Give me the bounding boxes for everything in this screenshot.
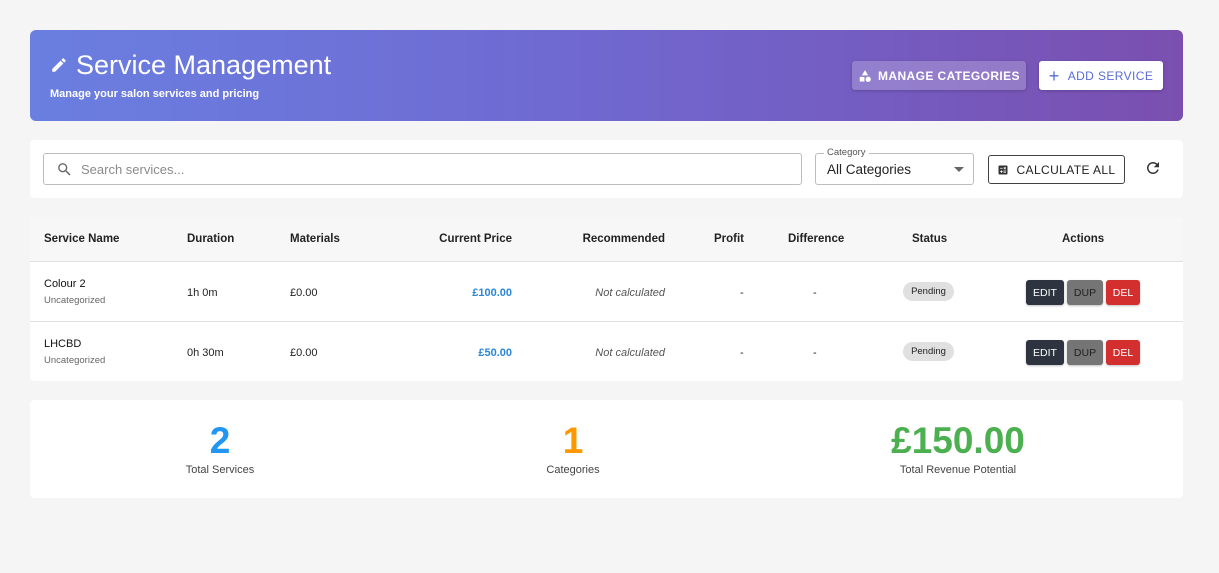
status-badge: Pending xyxy=(903,282,954,301)
dropdown-caret-icon xyxy=(954,167,964,172)
summary-stats: 2 Total Services 1 Categories £150.00 To… xyxy=(30,400,1183,498)
service-recommended: Not calculated xyxy=(595,287,665,299)
calculator-icon xyxy=(998,165,1008,174)
status-badge: Pending xyxy=(903,342,954,361)
duplicate-button[interactable]: DUP xyxy=(1067,280,1103,305)
pencil-icon xyxy=(52,58,66,72)
edit-button[interactable]: EDIT xyxy=(1026,280,1064,305)
stat-categories: 1 Categories xyxy=(523,420,623,476)
refresh-icon[interactable] xyxy=(1144,159,1162,177)
table-row[interactable]: LHCBD Uncategorized 0h 30m £0.00 £50.00 … xyxy=(30,323,1183,381)
service-name: LHCBD xyxy=(44,338,82,350)
service-materials: £0.00 xyxy=(290,287,318,299)
stat-label: Categories xyxy=(546,464,600,476)
add-service-button[interactable]: + ADD SERVICE xyxy=(1039,61,1163,90)
column-header-duration[interactable]: Duration xyxy=(187,233,234,245)
service-current-price: £50.00 xyxy=(478,347,512,359)
service-current-price: £100.00 xyxy=(472,287,512,299)
service-profit: - xyxy=(740,287,744,299)
page-header: Service Management Manage your salon ser… xyxy=(30,30,1183,121)
column-header-recommended[interactable]: Recommended xyxy=(583,233,665,245)
stat-value: 1 xyxy=(562,420,584,461)
column-header-actions: Actions xyxy=(1062,233,1105,245)
service-duration: 1h 0m xyxy=(187,287,218,299)
column-header-difference[interactable]: Difference xyxy=(788,233,844,245)
plus-icon: + xyxy=(1048,65,1060,86)
stat-value: 2 xyxy=(209,420,231,461)
edit-button[interactable]: EDIT xyxy=(1026,340,1064,365)
stat-label: Total Revenue Potential xyxy=(899,464,1017,476)
table-header: Service Name Duration Materials Current … xyxy=(30,217,1183,262)
manage-categories-label: MANAGE CATEGORIES xyxy=(878,68,1020,83)
category-select[interactable]: Category All Categories xyxy=(815,147,974,185)
service-difference: - xyxy=(813,347,817,359)
category-select-value: All Categories xyxy=(827,162,912,177)
column-header-service-name[interactable]: Service Name xyxy=(44,233,119,245)
stat-label: Total Services xyxy=(185,464,255,476)
column-header-current-price[interactable]: Current Price xyxy=(439,233,512,245)
add-service-label: ADD SERVICE xyxy=(1067,68,1154,83)
search-input[interactable] xyxy=(81,161,761,177)
shapes-icon xyxy=(859,69,871,82)
service-difference: - xyxy=(813,287,817,299)
column-header-materials[interactable]: Materials xyxy=(290,233,340,245)
category-select-label: Category xyxy=(824,147,869,158)
manage-categories-button[interactable]: MANAGE CATEGORIES xyxy=(852,61,1026,90)
calculate-all-button[interactable]: CALCULATE ALL xyxy=(988,155,1125,184)
stat-total-revenue: £150.00 Total Revenue Potential xyxy=(873,420,1043,476)
services-table: Service Name Duration Materials Current … xyxy=(30,217,1183,381)
delete-button[interactable]: DEL xyxy=(1106,340,1140,365)
column-header-profit[interactable]: Profit xyxy=(714,233,744,245)
page-subtitle: Manage your salon services and pricing xyxy=(50,88,260,100)
stat-total-services: 2 Total Services xyxy=(170,420,270,476)
search-icon xyxy=(58,162,71,176)
duplicate-button[interactable]: DUP xyxy=(1067,340,1103,365)
service-category: Uncategorized xyxy=(44,355,106,366)
service-materials: £0.00 xyxy=(290,347,318,359)
calculate-all-label: CALCULATE ALL xyxy=(1016,162,1116,177)
service-profit: - xyxy=(740,347,744,359)
table-row[interactable]: Colour 2 Uncategorized 1h 0m £0.00 £100.… xyxy=(30,263,1183,322)
service-duration: 0h 30m xyxy=(187,347,224,359)
title-row: Service Management xyxy=(50,50,331,80)
service-recommended: Not calculated xyxy=(595,347,665,359)
page-title: Service Management xyxy=(76,50,332,80)
filter-toolbar: Category All Categories CALCULATE ALL xyxy=(30,140,1183,198)
delete-button[interactable]: DEL xyxy=(1106,280,1140,305)
stat-value: £150.00 xyxy=(891,420,1025,461)
service-category: Uncategorized xyxy=(44,295,106,306)
search-box[interactable] xyxy=(43,153,802,185)
service-name: Colour 2 xyxy=(44,278,86,290)
column-header-status[interactable]: Status xyxy=(912,233,947,245)
